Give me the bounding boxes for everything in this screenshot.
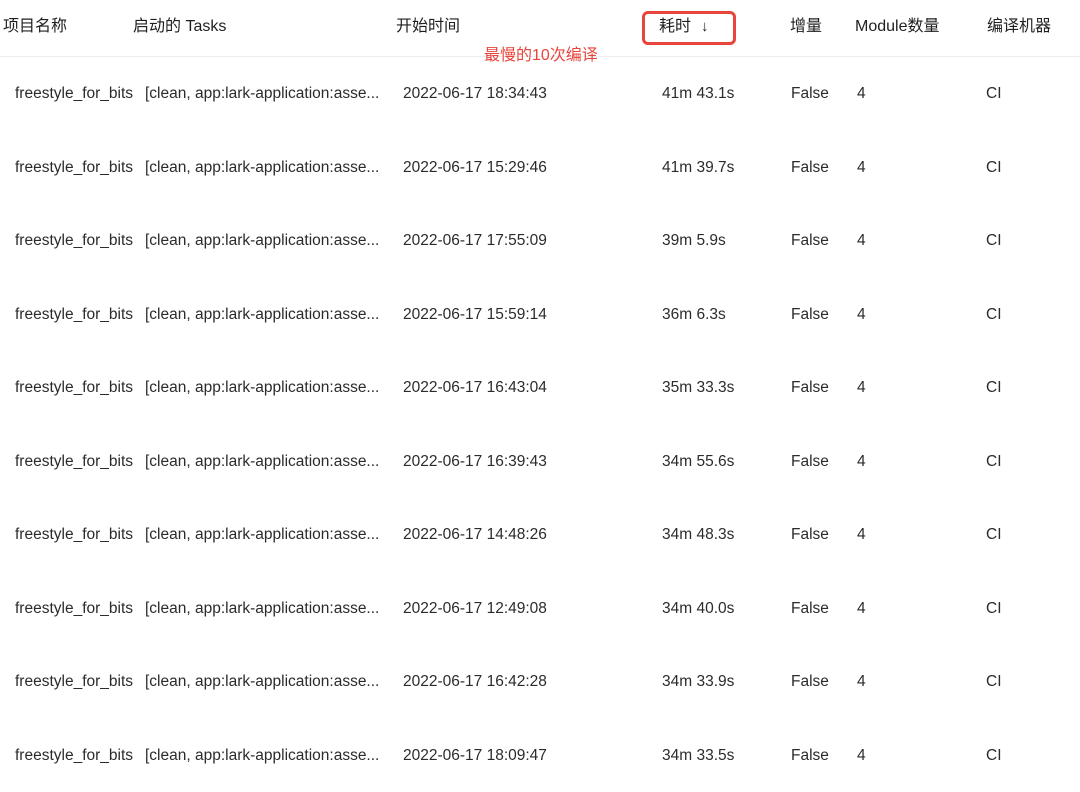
- cell-project-name: freestyle_for_bits: [15, 746, 133, 766]
- cell-project-name: freestyle_for_bits: [15, 599, 133, 619]
- cell-build-machine: CI: [986, 525, 1002, 545]
- cell-duration: 41m 39.7s: [662, 158, 734, 178]
- table-row[interactable]: freestyle_for_bits [clean, app:lark-appl…: [0, 278, 1080, 352]
- cell-module-count: 4: [857, 158, 866, 178]
- cell-incremental: False: [791, 452, 829, 472]
- cell-project-name: freestyle_for_bits: [15, 231, 133, 251]
- cell-tasks: [clean, app:lark-application:asse...: [145, 378, 379, 398]
- sort-highlight-box: [642, 11, 736, 45]
- cell-start-time: 2022-06-17 14:48:26: [403, 525, 547, 545]
- cell-incremental: False: [791, 746, 829, 766]
- column-header-build-machine[interactable]: 编译机器: [987, 17, 1051, 37]
- table-row[interactable]: freestyle_for_bits [clean, app:lark-appl…: [0, 57, 1080, 131]
- cell-duration: 34m 48.3s: [662, 525, 734, 545]
- table-row[interactable]: freestyle_for_bits [clean, app:lark-appl…: [0, 498, 1080, 572]
- cell-incremental: False: [791, 158, 829, 178]
- cell-incremental: False: [791, 525, 829, 545]
- cell-project-name: freestyle_for_bits: [15, 158, 133, 178]
- cell-build-machine: CI: [986, 158, 1002, 178]
- table-body: freestyle_for_bits [clean, app:lark-appl…: [0, 57, 1080, 792]
- cell-build-machine: CI: [986, 305, 1002, 325]
- cell-duration: 34m 55.6s: [662, 452, 734, 472]
- cell-build-machine: CI: [986, 672, 1002, 692]
- cell-build-machine: CI: [986, 378, 1002, 398]
- cell-module-count: 4: [857, 452, 866, 472]
- cell-tasks: [clean, app:lark-application:asse...: [145, 231, 379, 251]
- cell-incremental: False: [791, 231, 829, 251]
- cell-start-time: 2022-06-17 12:49:08: [403, 599, 547, 619]
- cell-incremental: False: [791, 599, 829, 619]
- table-row[interactable]: freestyle_for_bits [clean, app:lark-appl…: [0, 719, 1080, 792]
- column-header-incremental[interactable]: 增量: [790, 17, 822, 37]
- cell-duration: 34m 40.0s: [662, 599, 734, 619]
- cell-start-time: 2022-06-17 16:42:28: [403, 672, 547, 692]
- cell-incremental: False: [791, 378, 829, 398]
- cell-tasks: [clean, app:lark-application:asse...: [145, 452, 379, 472]
- column-header-tasks[interactable]: 启动的 Tasks: [133, 17, 226, 37]
- table-row[interactable]: freestyle_for_bits [clean, app:lark-appl…: [0, 425, 1080, 499]
- cell-module-count: 4: [857, 672, 866, 692]
- cell-incremental: False: [791, 672, 829, 692]
- table-row[interactable]: freestyle_for_bits [clean, app:lark-appl…: [0, 572, 1080, 646]
- cell-project-name: freestyle_for_bits: [15, 378, 133, 398]
- cell-project-name: freestyle_for_bits: [15, 452, 133, 472]
- cell-duration: 39m 5.9s: [662, 231, 726, 251]
- cell-start-time: 2022-06-17 16:39:43: [403, 452, 547, 472]
- cell-project-name: freestyle_for_bits: [15, 84, 133, 104]
- cell-tasks: [clean, app:lark-application:asse...: [145, 672, 379, 692]
- cell-duration: 34m 33.9s: [662, 672, 734, 692]
- cell-module-count: 4: [857, 231, 866, 251]
- column-header-module-count[interactable]: Module数量: [855, 17, 939, 37]
- cell-project-name: freestyle_for_bits: [15, 672, 133, 692]
- cell-start-time: 2022-06-17 18:09:47: [403, 746, 547, 766]
- cell-tasks: [clean, app:lark-application:asse...: [145, 746, 379, 766]
- cell-tasks: [clean, app:lark-application:asse...: [145, 158, 379, 178]
- cell-project-name: freestyle_for_bits: [15, 525, 133, 545]
- cell-tasks: [clean, app:lark-application:asse...: [145, 305, 379, 325]
- cell-tasks: [clean, app:lark-application:asse...: [145, 599, 379, 619]
- table-row[interactable]: freestyle_for_bits [clean, app:lark-appl…: [0, 204, 1080, 278]
- cell-start-time: 2022-06-17 15:29:46: [403, 158, 547, 178]
- cell-module-count: 4: [857, 525, 866, 545]
- table-row[interactable]: freestyle_for_bits [clean, app:lark-appl…: [0, 131, 1080, 205]
- cell-module-count: 4: [857, 84, 866, 104]
- cell-module-count: 4: [857, 599, 866, 619]
- cell-build-machine: CI: [986, 746, 1002, 766]
- cell-start-time: 2022-06-17 18:34:43: [403, 84, 547, 104]
- cell-build-machine: CI: [986, 231, 1002, 251]
- build-table: 项目名称 启动的 Tasks 开始时间 耗时↓ 增量 Module数量 编译机器…: [0, 0, 1080, 792]
- cell-build-machine: CI: [986, 84, 1002, 104]
- cell-duration: 41m 43.1s: [662, 84, 734, 104]
- table-row[interactable]: freestyle_for_bits [clean, app:lark-appl…: [0, 351, 1080, 425]
- column-header-project-name[interactable]: 项目名称: [3, 17, 67, 37]
- cell-start-time: 2022-06-17 17:55:09: [403, 231, 547, 251]
- table-row[interactable]: freestyle_for_bits [clean, app:lark-appl…: [0, 645, 1080, 719]
- cell-project-name: freestyle_for_bits: [15, 305, 133, 325]
- cell-start-time: 2022-06-17 15:59:14: [403, 305, 547, 325]
- cell-start-time: 2022-06-17 16:43:04: [403, 378, 547, 398]
- cell-duration: 34m 33.5s: [662, 746, 734, 766]
- cell-incremental: False: [791, 305, 829, 325]
- cell-duration: 36m 6.3s: [662, 305, 726, 325]
- cell-duration: 35m 33.3s: [662, 378, 734, 398]
- cell-module-count: 4: [857, 305, 866, 325]
- cell-build-machine: CI: [986, 599, 1002, 619]
- cell-incremental: False: [791, 84, 829, 104]
- cell-module-count: 4: [857, 746, 866, 766]
- column-header-start-time[interactable]: 开始时间: [396, 17, 460, 37]
- cell-tasks: [clean, app:lark-application:asse...: [145, 84, 379, 104]
- cell-build-machine: CI: [986, 452, 1002, 472]
- cell-module-count: 4: [857, 378, 866, 398]
- table-header: 项目名称 启动的 Tasks 开始时间 耗时↓ 增量 Module数量 编译机器…: [0, 0, 1080, 57]
- cell-tasks: [clean, app:lark-application:asse...: [145, 525, 379, 545]
